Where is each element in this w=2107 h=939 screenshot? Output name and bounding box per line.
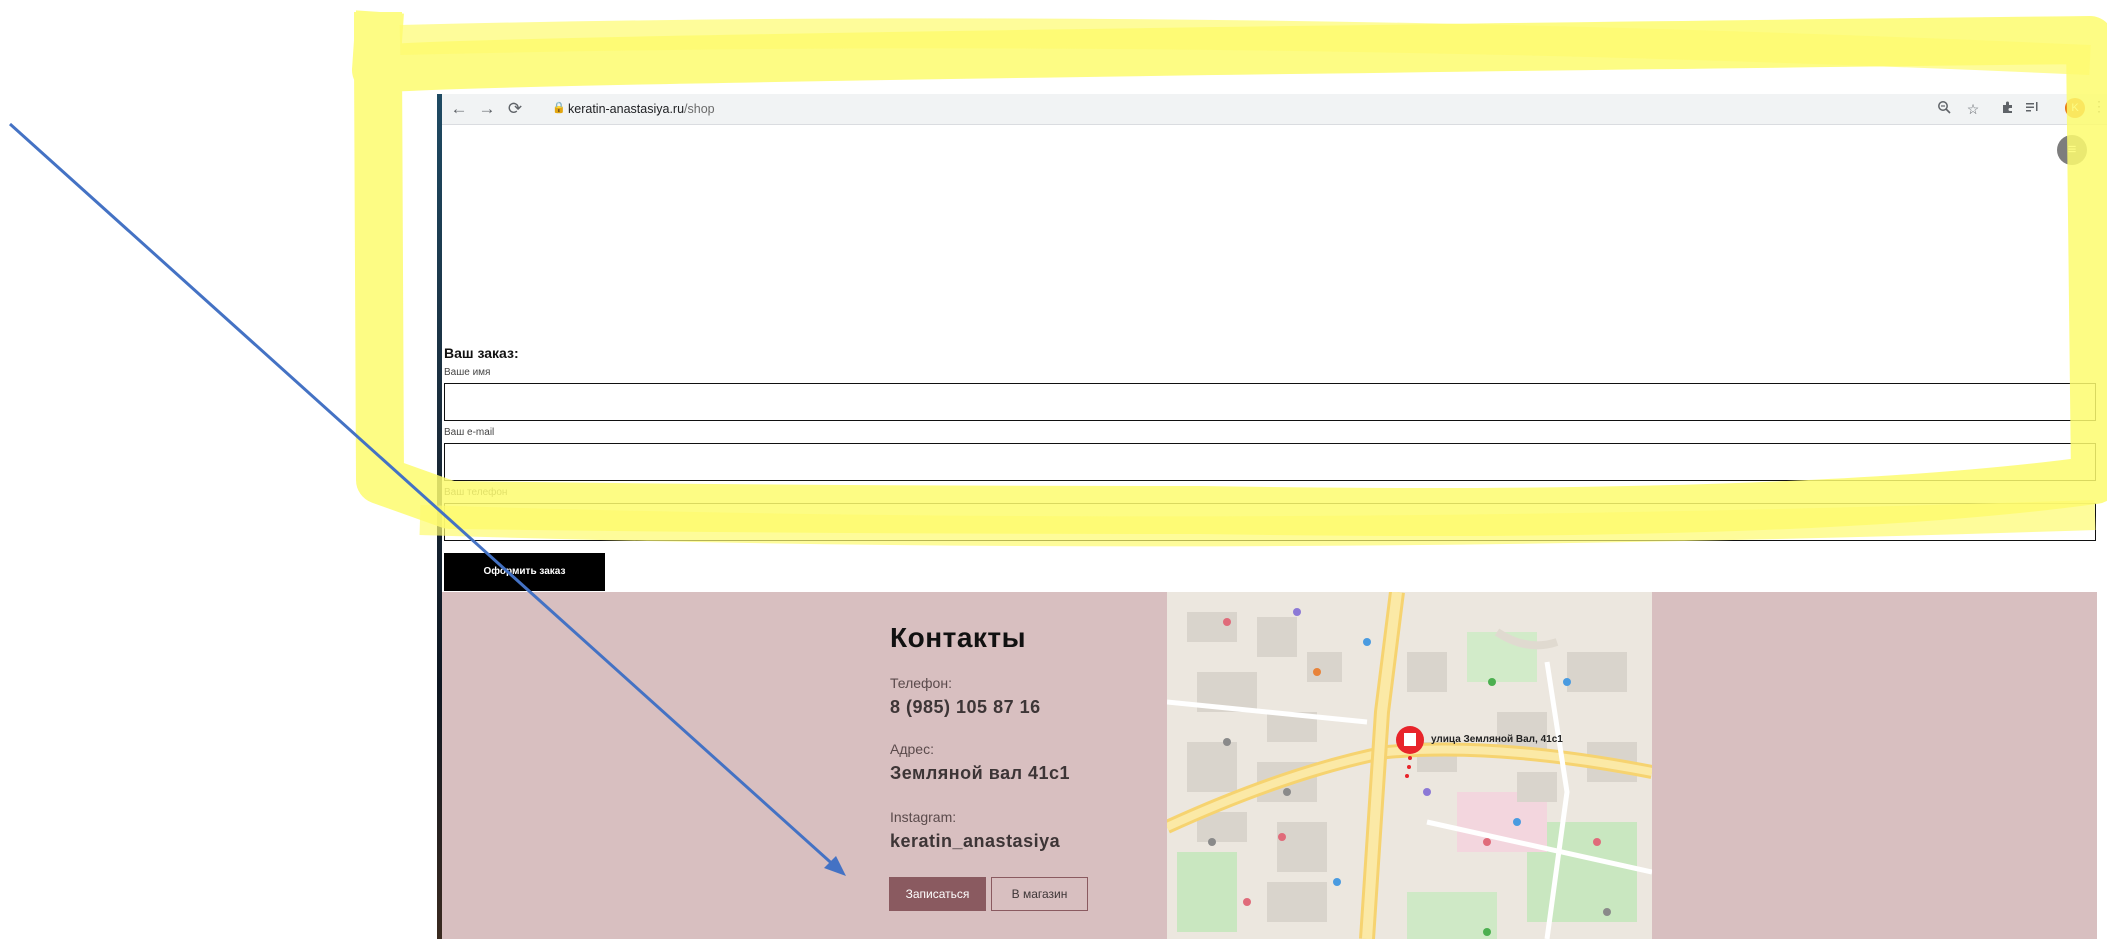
url-path: /shop [684,102,715,116]
shop-button[interactable]: В магазин [991,877,1088,911]
phone-field[interactable] [444,503,2096,541]
instagram-contact-label: Instagram: [890,809,957,825]
phone-label: Ваш телефон [444,487,508,498]
browser-menu-icon[interactable]: ⋮ [2092,98,2106,115]
instagram-contact-value[interactable]: keratin_anastasiya [890,831,1060,852]
bookmark-star-icon[interactable]: ☆ [1963,99,1983,119]
signup-button[interactable]: Записаться [889,877,986,911]
hamburger-menu-icon[interactable]: ≡ [2057,135,2087,165]
email-label: Ваш e-mail [444,427,495,438]
lock-icon: 🔒 [552,102,566,114]
forward-arrow-icon[interactable]: → [476,98,498,120]
reload-icon[interactable]: ⟳ [504,98,526,120]
extensions-icon[interactable] [1998,99,2018,119]
submit-order-button[interactable]: Оформить заказ [444,553,605,591]
map-graphic [1167,592,1652,939]
order-form-title: Ваш заказ: [444,345,519,361]
url-domain: keratin-anastasiya.ru [568,102,685,116]
url-text: keratin-anastasiya.ru/shop [568,102,715,116]
media-queue-icon[interactable] [2022,99,2042,119]
email-field[interactable] [444,443,2096,481]
address-contact-label: Адрес: [890,741,934,757]
address-contact-value: Земляной вал 41с1 [890,763,1071,783]
phone-contact-value: 8 (985) 105 87 16 [890,697,1041,717]
name-label: Ваше имя [444,367,491,378]
profile-avatar[interactable]: K [2065,98,2085,118]
back-arrow-icon[interactable]: ← [448,98,470,120]
browser-toolbar: ← → ⟳ 🔒 keratin-anastasiya.ru/shop ☆ K ⋮ [442,94,2107,125]
address-bar[interactable]: 🔒 keratin-anastasiya.ru/shop [542,98,2032,120]
zoom-icon[interactable] [1934,99,1954,119]
phone-contact-label: Телефон: [890,675,952,691]
name-field[interactable] [444,383,2096,421]
contacts-title: Контакты [890,622,1027,653]
location-map[interactable]: улица Земляной Вал, 41с1 [1167,592,1652,939]
map-marker-label: улица Земляной Вал, 41с1 [1431,734,1563,745]
